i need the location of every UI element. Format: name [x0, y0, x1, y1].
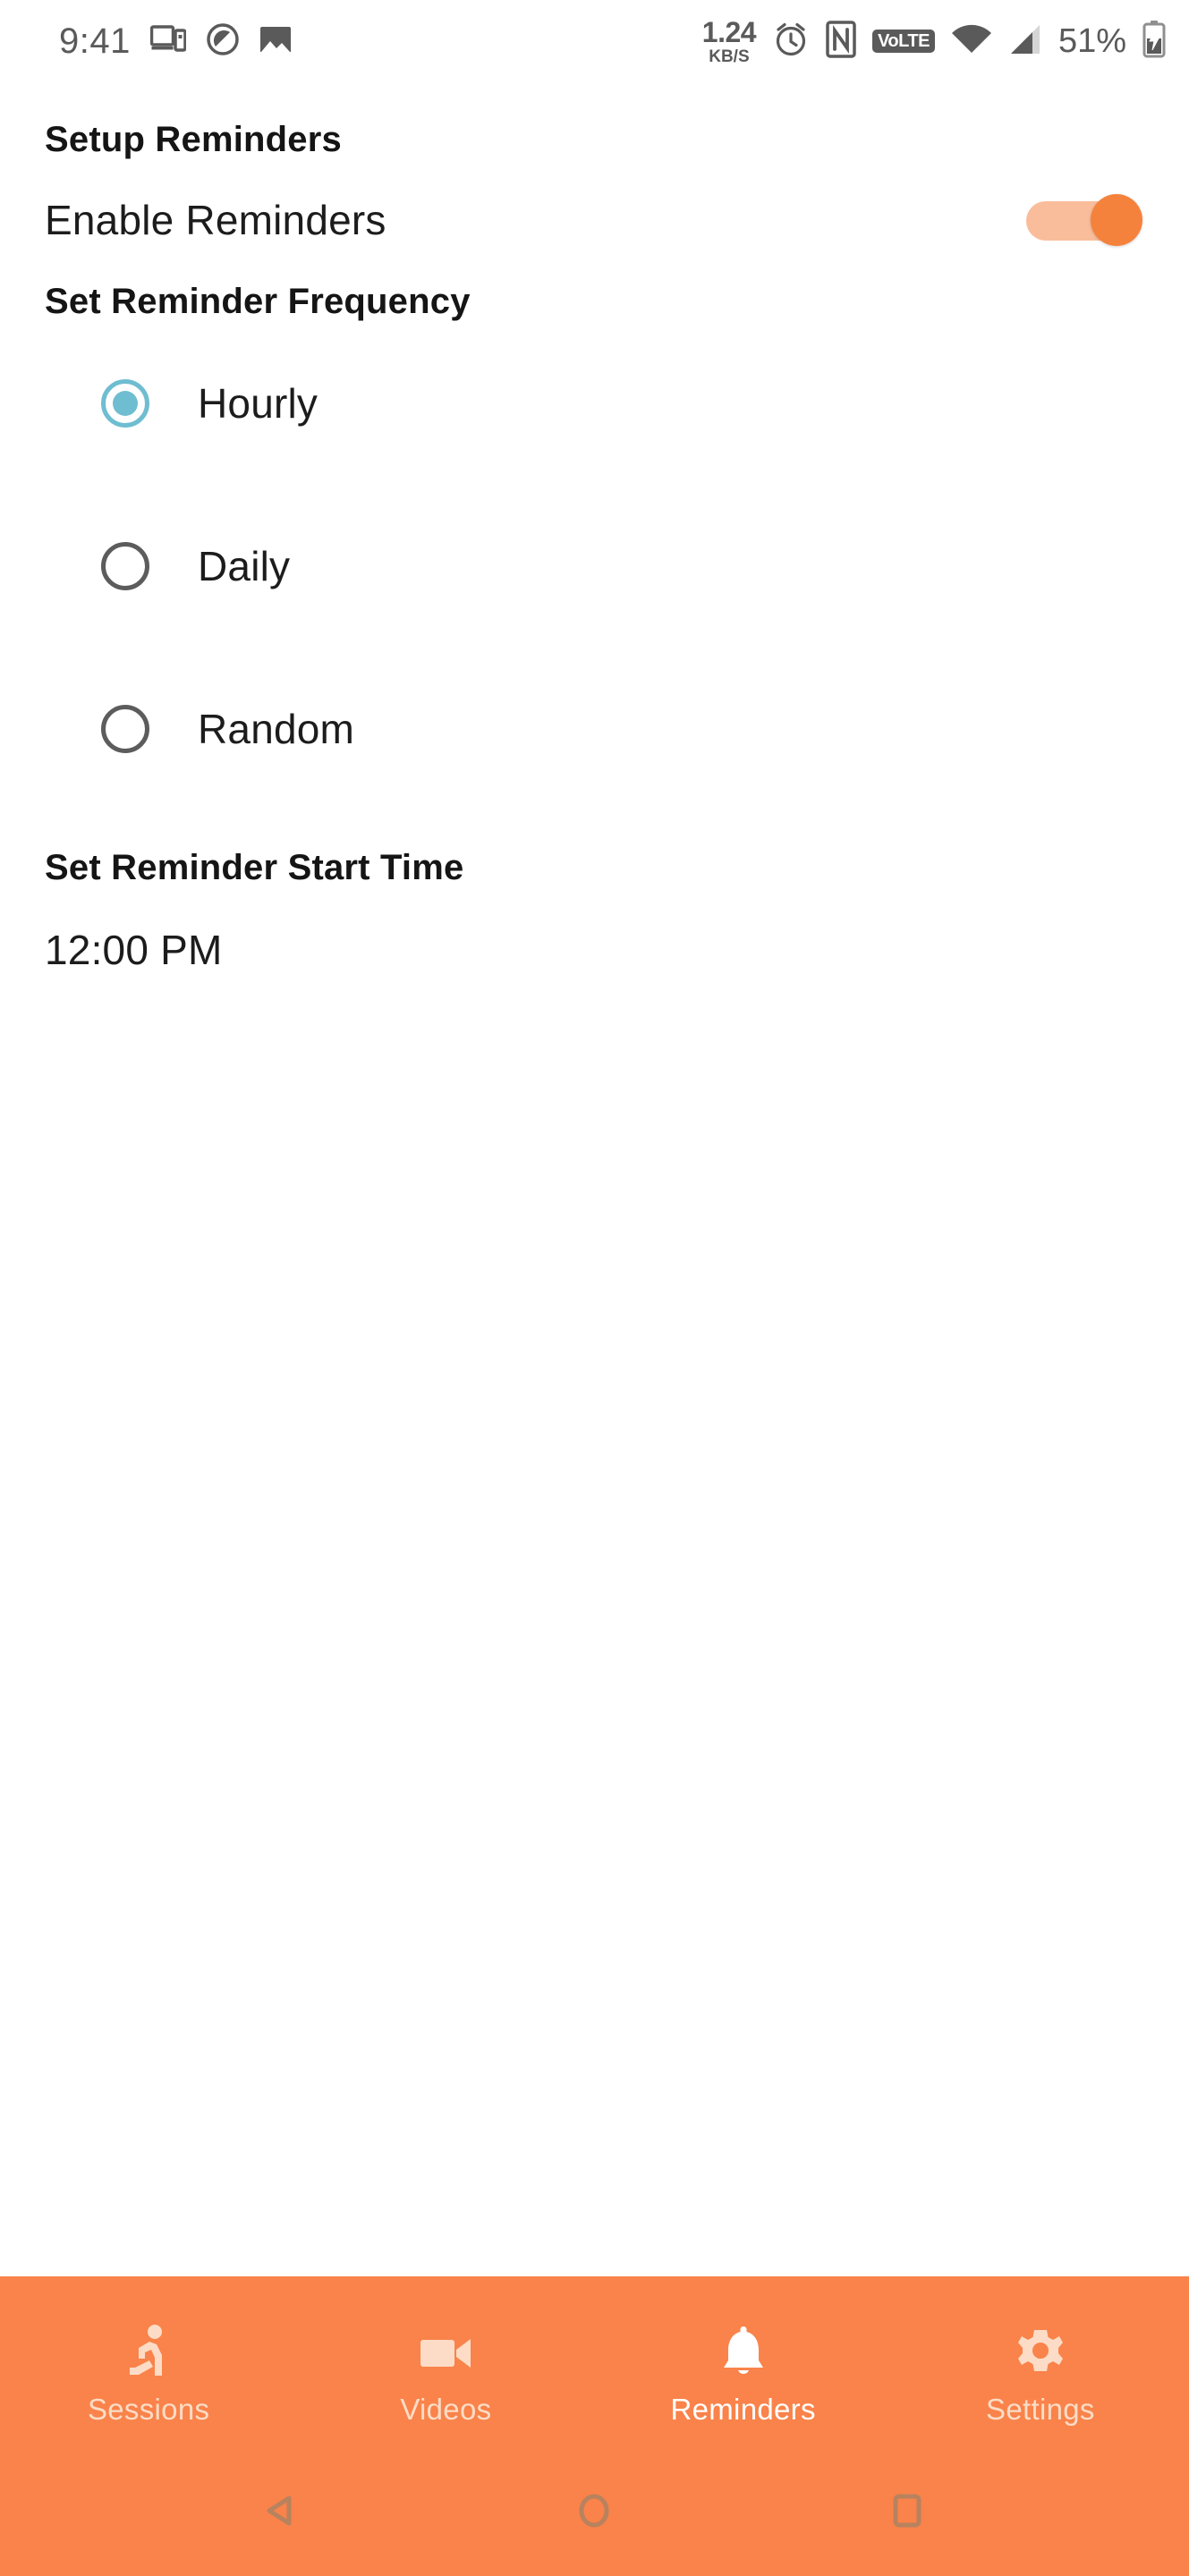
gear-icon [1014, 2325, 1067, 2380]
alarm-clock-icon [772, 21, 810, 63]
cellular-signal-icon [1008, 23, 1042, 60]
page-title: Setup Reminders [45, 120, 342, 159]
image-icon [259, 24, 292, 59]
status-bar-clock: 9:41 [59, 21, 131, 61]
start-time-heading: Set Reminder Start Time [45, 848, 464, 887]
enable-reminders-label: Enable Reminders [45, 197, 386, 243]
video-camera-icon [417, 2325, 474, 2380]
bottom-nav-tab-sessions[interactable]: Sessions [0, 2276, 297, 2475]
radio-option-random[interactable]: Random [0, 685, 1189, 773]
radio-label-daily: Daily [198, 543, 291, 589]
bottom-nav-tab-videos[interactable]: Videos [297, 2276, 594, 2475]
cast-screen-icon [149, 24, 187, 59]
battery-charging-icon [1142, 20, 1166, 63]
bottom-nav-label-reminders: Reminders [670, 2393, 816, 2426]
network-speed-unit: KB/S [709, 47, 750, 66]
bell-icon [718, 2325, 769, 2380]
bottom-nav-label-settings: Settings [986, 2393, 1095, 2426]
phone-screen: 9:41 1.24 KB/S VoLTE 51% Setup Reminders… [0, 0, 1189, 2576]
radio-option-daily[interactable]: Daily [0, 522, 1189, 610]
radio-label-random: Random [198, 706, 355, 752]
recents-square-icon[interactable] [867, 2475, 947, 2546]
network-speed-indicator: 1.24 KB/S [701, 15, 757, 66]
battery-percent-label: 51% [1057, 21, 1126, 60]
toggle-thumb [1091, 194, 1142, 246]
frequency-radio-group: Hourly Daily Random [0, 322, 1189, 773]
radio-dot [113, 391, 138, 416]
back-triangle-icon[interactable] [242, 2475, 322, 2546]
volte-icon: VoLTE [872, 30, 935, 53]
status-bar: 9:41 1.24 KB/S VoLTE 51% [0, 0, 1189, 82]
privacy-shield-icon [206, 22, 240, 61]
radio-button-hourly[interactable] [101, 379, 149, 428]
running-person-icon [123, 2325, 174, 2380]
radio-button-daily[interactable] [101, 542, 149, 590]
android-navigation-bar [0, 2475, 1189, 2576]
wifi-icon [951, 23, 992, 60]
nfc-icon [826, 20, 856, 63]
bottom-navigation-bar: Sessions Videos Reminders Settings [0, 2276, 1189, 2576]
bottom-nav-label-sessions: Sessions [87, 2393, 210, 2426]
bottom-nav-label-videos: Videos [400, 2393, 492, 2426]
enable-reminders-row[interactable]: Enable Reminders [0, 160, 1189, 246]
status-bar-left: 9:41 [59, 21, 292, 62]
main-content: Setup Reminders Enable Reminders Set Rem… [0, 82, 1189, 974]
status-bar-right: 1.24 KB/S VoLTE 51% [702, 18, 1166, 65]
network-speed-value: 1.24 [701, 15, 757, 48]
bottom-nav-tab-settings[interactable]: Settings [892, 2276, 1189, 2475]
enable-reminders-toggle[interactable] [1026, 194, 1142, 246]
home-circle-icon[interactable] [554, 2475, 634, 2546]
radio-label-hourly: Hourly [198, 380, 318, 427]
start-time-value[interactable]: 12:00 PM [0, 888, 1189, 974]
radio-button-random[interactable] [101, 705, 149, 753]
bottom-nav-tabs: Sessions Videos Reminders Settings [0, 2276, 1189, 2475]
bottom-nav-tab-reminders[interactable]: Reminders [595, 2276, 892, 2475]
frequency-heading: Set Reminder Frequency [45, 282, 471, 321]
radio-option-hourly[interactable]: Hourly [0, 360, 1189, 447]
